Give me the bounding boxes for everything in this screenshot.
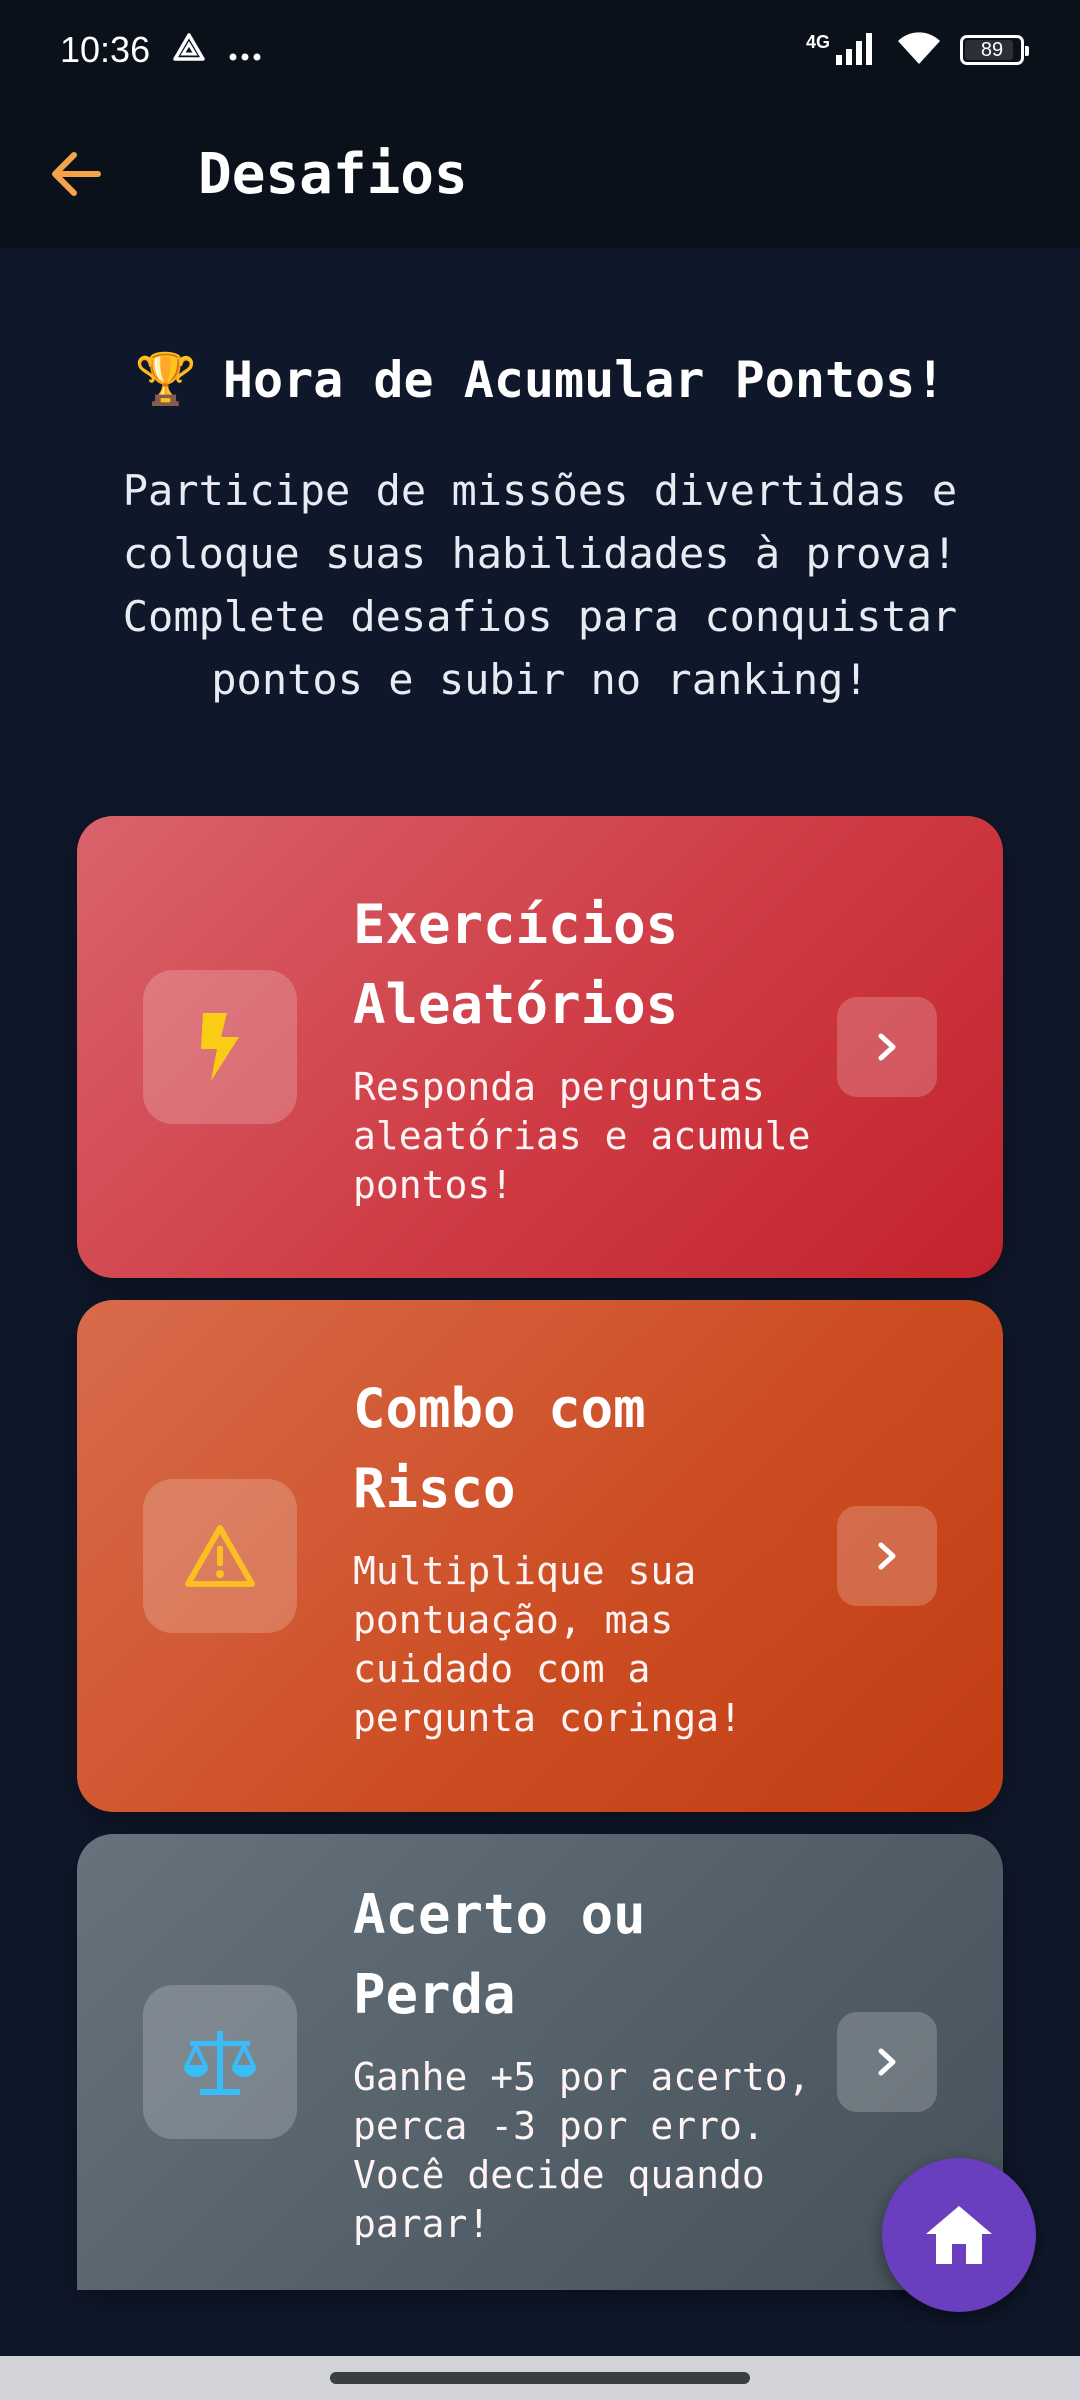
warning-icon <box>185 1525 255 1587</box>
intro-heading: 🏆 Hora de Acumular Pontos! <box>0 350 1080 409</box>
intro-title: Hora de Acumular Pontos! <box>222 350 946 409</box>
scales-icon <box>184 2031 256 2095</box>
challenge-title: Acerto ou Perda <box>353 1883 646 2026</box>
back-button[interactable] <box>36 134 116 214</box>
page-title: Desafios <box>198 141 468 207</box>
challenge-description: Multiplique sua pontuação, mas cuidado c… <box>353 1549 742 1740</box>
status-right: 4G 89 <box>805 30 1029 70</box>
signal-icon <box>834 31 878 69</box>
system-navigation-bar <box>0 2356 1080 2400</box>
arrow-left-icon <box>52 152 101 196</box>
challenge-description: Ganhe +5 por acerto, perca -3 por erro. … <box>353 2055 811 2246</box>
intro-section: 🏆 Hora de Acumular Pontos! Participe de … <box>0 350 1080 711</box>
challenge-icon-box <box>143 970 297 1124</box>
challenge-card-combo-com-risco[interactable]: Combo com Risco Multiplique sua pontuaçã… <box>77 1300 1003 1812</box>
network-label: 4G <box>805 31 830 52</box>
chevron-right-icon <box>878 2048 896 2076</box>
challenge-title: Combo com Risco <box>353 1377 646 1520</box>
challenge-description: Responda perguntas aleatórias e acumule … <box>353 1064 811 1207</box>
status-bar: 10:36 4G 89 <box>0 0 1080 100</box>
intro-text: Participe de missões divertidas e coloqu… <box>122 466 958 704</box>
chevron-right-icon <box>878 1033 896 1061</box>
challenge-open-button[interactable] <box>837 1506 937 1606</box>
challenge-open-button[interactable] <box>837 2012 937 2112</box>
app-bar: Desafios <box>0 100 1080 248</box>
challenge-body: Exercícios Aleatórios Responda perguntas… <box>353 885 837 1210</box>
gesture-handle[interactable] <box>330 2372 750 2384</box>
battery-icon: 89 <box>960 35 1029 65</box>
status-left: 10:36 <box>60 29 262 71</box>
trophy-icon: 🏆 <box>134 350 197 408</box>
wifi-icon <box>896 30 942 70</box>
challenge-body: Combo com Risco Multiplique sua pontuaçã… <box>353 1369 837 1743</box>
chevron-right-icon <box>878 1542 896 1570</box>
home-button[interactable] <box>882 2158 1036 2312</box>
challenge-icon-box <box>143 1479 297 1633</box>
challenge-card-exercicios-aleatorios[interactable]: Exercícios Aleatórios Responda perguntas… <box>77 816 1003 1278</box>
challenge-body: Acerto ou Perda Ganhe +5 por acerto, per… <box>353 1875 837 2249</box>
challenge-open-button[interactable] <box>837 997 937 1097</box>
lightning-icon <box>201 1013 239 1081</box>
challenge-icon-box <box>143 1985 297 2139</box>
status-time: 10:36 <box>60 29 151 70</box>
home-icon <box>926 2206 992 2264</box>
challenge-title: Exercícios Aleatórios <box>353 892 679 1036</box>
challenge-card-acerto-ou-perda[interactable]: Acerto ou Perda Ganhe +5 por acerto, per… <box>77 1834 1003 2290</box>
more-dots-icon <box>228 29 262 71</box>
nav-triangle-icon <box>172 29 206 71</box>
battery-level: 89 <box>980 38 1004 61</box>
